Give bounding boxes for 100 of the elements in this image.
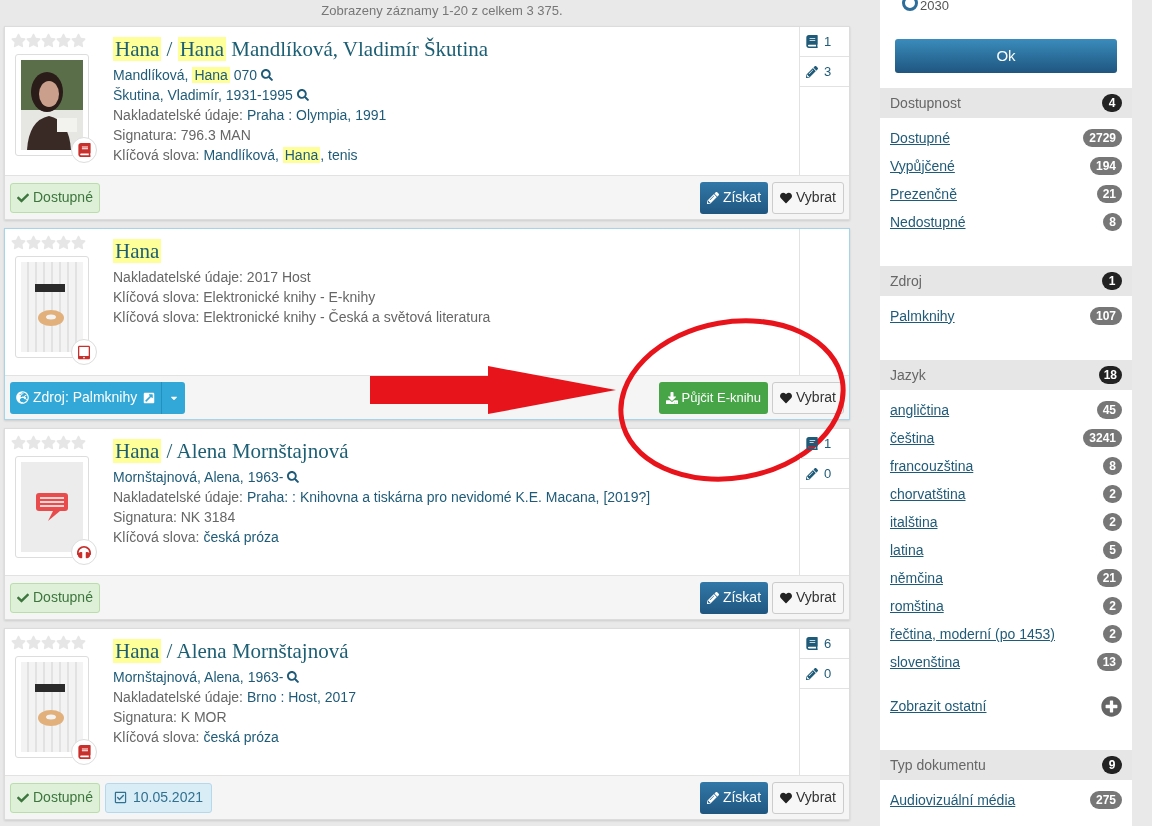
count-badge: 13 [1096,653,1122,671]
field-link[interactable]: česká próza [203,527,279,547]
facet-link[interactable]: romština [890,595,944,617]
star-icon [41,435,56,450]
facet-link[interactable]: Vypůjčené [890,155,955,177]
field-label: Nakladatelské údaje: [113,488,243,507]
facet-link[interactable]: slovenština [890,651,961,673]
check-icon [17,791,29,804]
count-badge: 275 [1089,791,1122,809]
search-icon[interactable] [261,69,274,81]
select-button[interactable]: Vybrat [772,581,844,614]
facet-link[interactable]: francouzština [890,455,974,477]
field-label: Klíčová slova: [113,528,200,547]
facet-header[interactable]: Typ dokumentu 9 [880,750,1132,780]
checkbox-icon [113,791,127,804]
field-link[interactable]: Praha: : Knihovna a tiskárna pro nevidomé K.E. Macana, [2019?] [247,487,651,507]
reviews-count[interactable]: 3 [800,57,849,87]
field-link[interactable]: Mornštajnová, Alena, 1963- [113,667,284,687]
facet-header[interactable]: Jazyk 18 [880,360,1132,390]
star-icon [11,635,26,650]
reviews-count[interactable]: 0 [800,659,849,689]
search-icon[interactable] [287,671,300,683]
date-label: 10.05.2021 [104,782,212,813]
pencil-icon [806,667,818,680]
field-label: Signatura: NK 3184 [113,508,236,527]
record-title[interactable]: Hana / Hana Mandlíková, Vladimír Škutina [113,35,489,63]
count-badge: 45 [1096,401,1122,419]
field-label: Nakladatelské údaje: [113,106,243,125]
field-link[interactable]: Škutina, Vladimír, 1931-1995 [113,85,293,105]
book-icon [77,745,91,759]
field-link[interactable]: Mornštajnová, Alena, 1963- [113,467,284,487]
facet-link[interactable]: Dostupné [890,127,950,149]
facet-link[interactable]: němčina [890,567,943,589]
get-button[interactable]: Získat [699,181,769,214]
facet-link[interactable]: latina [890,539,924,561]
select-button[interactable]: Vybrat [772,781,844,814]
star-icon [11,235,26,250]
plus-icon[interactable] [1101,695,1122,717]
book-icon [806,437,818,450]
field-link[interactable]: Brno : Host, 2017 [247,687,356,707]
facet-link[interactable]: Palmknihy [890,305,955,327]
copies-count[interactable]: 6 [800,629,849,659]
record-title[interactable]: Hana [113,237,491,265]
star-icon [71,435,86,450]
get-button[interactable]: Získat [699,581,769,614]
get-button[interactable]: Získat [699,781,769,814]
count-badge: 8 [1103,213,1122,231]
availability-label: Dostupné [10,182,100,213]
download-icon [665,391,678,404]
pencil-icon [706,191,719,204]
availability-label: Dostupné [10,582,100,613]
field-link[interactable]: Mandlíková, Hana 070 [113,65,258,85]
facet-link[interactable]: italština [890,511,938,533]
show-more-link[interactable]: Zobrazit ostatní [890,695,987,717]
star-icon [56,33,71,48]
record-title[interactable]: Hana / Alena Mornštajnová [113,437,651,465]
speech-bubble-icon [35,492,69,522]
reviews-count[interactable]: 0 [800,459,849,489]
star-icon [56,635,71,650]
count-badge: 2 [1103,513,1122,531]
star-icon [11,33,26,48]
copies-count[interactable]: 1 [800,27,849,57]
facet-link[interactable]: Nedostupné [890,211,966,233]
book-icon [806,637,818,650]
facet-link[interactable]: Audiovizuální média [890,789,1016,811]
dropdown-button[interactable] [161,381,186,414]
facet-link[interactable]: čeština [890,427,935,449]
count-badge: 107 [1089,307,1122,325]
ok-button[interactable]: Ok [895,39,1117,73]
field-link[interactable]: Mandlíková, Hana, tenis [203,145,358,165]
copies-count[interactable]: 1 [800,429,849,459]
select-button[interactable]: Vybrat [772,181,844,214]
facet-header[interactable]: Dostupnost 4 [880,88,1132,118]
check-icon [17,191,29,204]
field-label: Klíčová slova: [113,728,200,747]
heart-icon [780,391,793,404]
count-badge: 21 [1096,569,1122,587]
facet-link[interactable]: chorvatština [890,483,966,505]
facet-link[interactable]: Prezenčně [890,183,957,205]
field-label: Signatura: 796.3 MAN [113,126,251,145]
count-badge: 5 [1103,541,1122,559]
availability-label: Dostupné [10,782,100,813]
heart-icon [780,191,793,204]
search-icon[interactable] [287,471,300,483]
field-label: Klíčová slova: Elektronické knihy - E-knihy [113,288,376,307]
book-icon [77,143,91,157]
search-icon[interactable] [296,89,309,101]
field-link[interactable]: Praha : Olympia, 1991 [247,105,387,125]
facet-link[interactable]: angličtina [890,399,950,421]
field-link[interactable]: česká próza [203,727,279,747]
facet-link[interactable]: řečtina, moderní (po 1453) [890,623,1055,645]
facet-header[interactable]: Zdroj 1 [880,266,1132,296]
pencil-icon [706,791,719,804]
pencil-icon [806,467,818,480]
star-icon [56,435,71,450]
record-title[interactable]: Hana / Alena Mornštajnová [113,637,356,665]
count-badge: 2729 [1083,129,1122,147]
select-button[interactable]: Vybrat [772,381,844,414]
headphones-icon [77,545,91,559]
star-icon [71,635,86,650]
